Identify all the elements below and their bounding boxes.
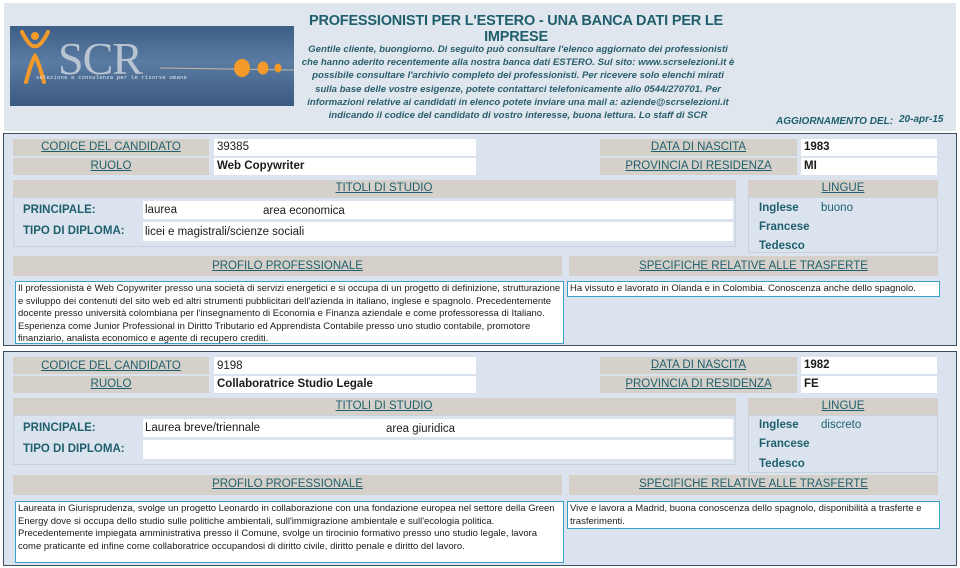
- education-label: TITOLI DI STUDIO: [335, 400, 433, 412]
- languages-label: LINGUE: [821, 182, 865, 194]
- travel-text: Ha vissuto e lavorato in Olanda e in Col…: [567, 281, 940, 297]
- province-value: FE: [804, 378, 819, 390]
- candidate-card: CODICE DEL CANDIDATO 9198 RUOLO Collabor…: [3, 351, 957, 566]
- travel-label: SPECIFICHE RELATIVE ALLE TRASFERTE: [639, 260, 868, 272]
- travel-label: SPECIFICHE RELATIVE ALLE TRASFERTE: [639, 478, 868, 490]
- code-label: CODICE DEL CANDIDATO: [41, 360, 181, 372]
- profile-label: PROFILO PROFESSIONALE: [212, 260, 363, 272]
- profile-text: Laureata in Giurisprudenza, svolge un pr…: [15, 501, 564, 563]
- main-degree: Laurea breve/triennale: [145, 422, 261, 434]
- language-name: Tedesco: [759, 458, 805, 470]
- update-label: AGGIORNAMENTO DEL:: [776, 116, 894, 127]
- travel-text: Vive e lavora a Madrid, buona conoscenza…: [567, 501, 940, 529]
- language-name: Tedesco: [759, 240, 805, 252]
- candidate-role: Web Copywriter: [217, 160, 305, 172]
- candidate-code: 9198: [217, 360, 243, 372]
- diploma-type: licei e magistrali/scienze sociali: [145, 226, 305, 238]
- languages-label: LINGUE: [821, 400, 865, 412]
- birth-label: DATA DI NASCITA: [650, 141, 747, 153]
- profile-text: Il professionista è Web Copywriter press…: [15, 281, 564, 344]
- role-label: RUOLO: [90, 160, 132, 172]
- language-name: Inglese: [759, 419, 799, 431]
- province-value: MI: [804, 160, 817, 172]
- role-label: RUOLO: [90, 378, 132, 390]
- education-label: TITOLI DI STUDIO: [335, 182, 433, 194]
- candidate-code: 39385: [217, 141, 249, 153]
- main-degree-label: PRINCIPALE:: [23, 422, 96, 434]
- birth-year: 1983: [804, 141, 830, 153]
- language-level: discreto: [821, 419, 862, 431]
- code-label: CODICE DEL CANDIDATO: [41, 141, 181, 153]
- intro-text: Gentile cliente, buongiorno. Di seguito …: [301, 44, 735, 122]
- birth-year: 1982: [804, 359, 830, 371]
- language-name: Francese: [759, 438, 810, 450]
- main-degree: laurea: [145, 204, 177, 216]
- birth-label: DATA DI NASCITA: [650, 359, 747, 371]
- main-degree-label: PRINCIPALE:: [23, 204, 96, 216]
- candidate-role: Collaboratrice Studio Legale: [217, 378, 373, 390]
- degree-area: area giuridica: [386, 423, 456, 435]
- person-figure-icon: [20, 30, 294, 84]
- scr-logo: SCR selezione e consulenza per le risors…: [10, 26, 294, 106]
- update-date: 20-apr-15: [899, 114, 944, 125]
- language-name: Inglese: [759, 202, 799, 214]
- page-title: PROFESSIONISTI PER L'ESTERO - UNA BANCA …: [308, 13, 724, 45]
- candidate-card: CODICE DEL CANDIDATO 39385 RUOLO Web Cop…: [3, 133, 957, 346]
- profile-label: PROFILO PROFESSIONALE: [212, 478, 363, 490]
- province-label: PROVINCIA DI RESIDENZA: [625, 378, 772, 390]
- language-level: buono: [821, 202, 853, 214]
- province-label: PROVINCIA DI RESIDENZA: [625, 160, 772, 172]
- diploma-label: TIPO DI DIPLOMA:: [23, 225, 125, 237]
- degree-area: area economica: [263, 205, 345, 217]
- diploma-label: TIPO DI DIPLOMA:: [23, 443, 125, 455]
- logo-tagline: selezione e consulenza per le risorse um…: [36, 75, 187, 81]
- language-name: Francese: [759, 221, 810, 233]
